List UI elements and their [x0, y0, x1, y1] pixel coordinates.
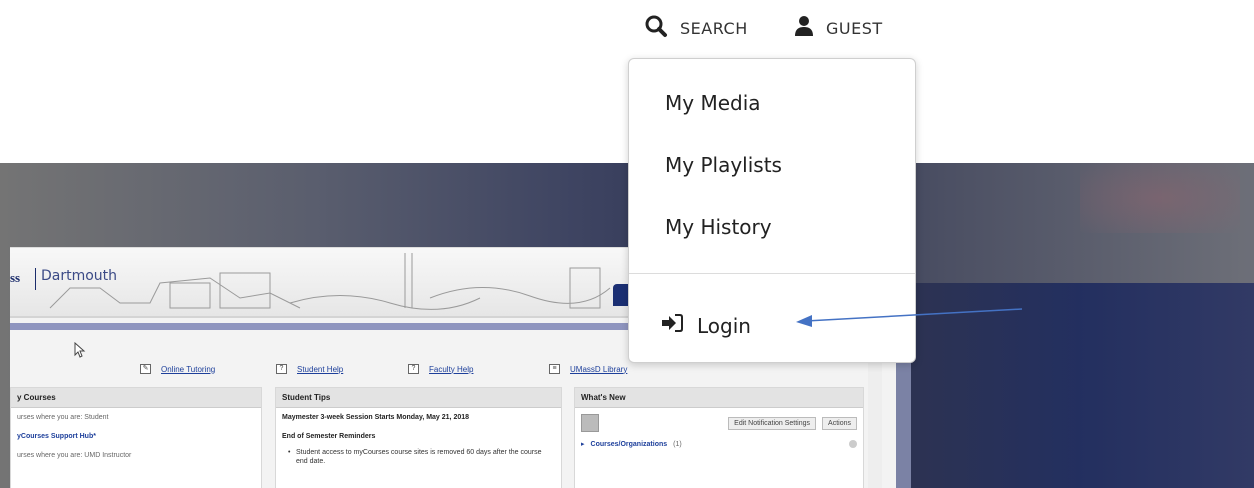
menu-item-my-media[interactable]: My Media	[665, 91, 761, 115]
online-tutoring-link-group: ✎ Online Tutoring	[140, 364, 215, 374]
tips-subhead: End of Semester Reminders	[282, 433, 376, 440]
status-dot	[849, 440, 857, 448]
actions-button: Actions	[822, 416, 857, 430]
courses-panel-title: y Courses	[11, 388, 261, 408]
menu-divider	[629, 273, 915, 274]
hero-glow	[1080, 163, 1240, 233]
user-icon	[794, 15, 814, 42]
courses-line: urses where you are: Student	[17, 414, 109, 421]
faculty-help-link: Faculty Help	[429, 364, 474, 374]
search-nav-button[interactable]: SEARCH	[644, 12, 748, 44]
edit-notification-settings-button: Edit Notification Settings	[728, 416, 817, 430]
menu-item-my-playlists[interactable]: My Playlists	[665, 153, 782, 177]
search-label: SEARCH	[680, 18, 748, 38]
guest-label: GUEST	[826, 18, 883, 38]
hero-background: ss Dartmouth ✎ Online Tutoring ? Student…	[0, 163, 1254, 488]
mouse-pointer-icon	[74, 342, 86, 358]
guest-user-button[interactable]: GUEST	[794, 12, 883, 44]
whats-new-row: ▸ Courses/Organizations (1)	[575, 434, 863, 450]
faculty-help-link-group: ? Faculty Help	[408, 364, 473, 374]
whats-new-panel: What's New Edit Notification Settings Ac…	[574, 387, 864, 488]
student-help-link: Student Help	[297, 364, 344, 374]
school-mark: ss	[10, 270, 21, 285]
courses-organizations-label: Courses/Organizations	[590, 440, 668, 448]
tips-bullet: Student access to myCourses course sites…	[276, 446, 561, 466]
logo-divider	[35, 268, 36, 290]
avatar	[581, 414, 599, 432]
edit-icon: ✎	[140, 364, 151, 374]
online-tutoring-link: Online Tutoring	[161, 364, 216, 374]
courses-organizations-count: (1)	[673, 440, 682, 448]
whats-new-toolbar: Edit Notification Settings Actions	[575, 408, 863, 434]
hero-dark-panel	[905, 283, 1254, 488]
search-icon	[644, 14, 668, 43]
help-icon: ?	[276, 364, 287, 374]
caret-right-icon: ▸	[581, 441, 585, 448]
whats-new-title: What's New	[575, 388, 863, 408]
login-label: Login	[697, 313, 751, 338]
user-dropdown-menu: My Media My Playlists My History Login	[628, 58, 916, 363]
school-name: Dartmouth	[41, 268, 118, 284]
courses-line: urses where you are: UMD Instructor	[17, 452, 132, 459]
library-link: UMassD Library	[570, 364, 628, 374]
top-navigation: SEARCH GUEST	[0, 0, 1254, 60]
menu-item-my-history[interactable]: My History	[665, 215, 772, 239]
menu-item-login[interactable]: Login	[661, 313, 751, 338]
tips-panel-title: Student Tips	[276, 388, 561, 408]
tips-headline: Maymester 3-week Session Starts Monday, …	[282, 414, 470, 421]
student-tips-panel: Student Tips Maymester 3-week Session St…	[275, 387, 562, 488]
courses-panel: y Courses urses where you are: Student y…	[10, 387, 262, 488]
help-icon: ?	[408, 364, 419, 374]
sign-in-icon	[661, 313, 683, 338]
library-icon: ≡	[549, 364, 560, 374]
lms-link-bar: ✎ Online Tutoring ? Student Help ? Facul…	[10, 360, 896, 380]
student-help-link-group: ? Student Help	[276, 364, 343, 374]
library-link-group: ≡ UMassD Library	[549, 364, 627, 374]
courses-line: yCourses Support Hub*	[17, 433, 96, 440]
